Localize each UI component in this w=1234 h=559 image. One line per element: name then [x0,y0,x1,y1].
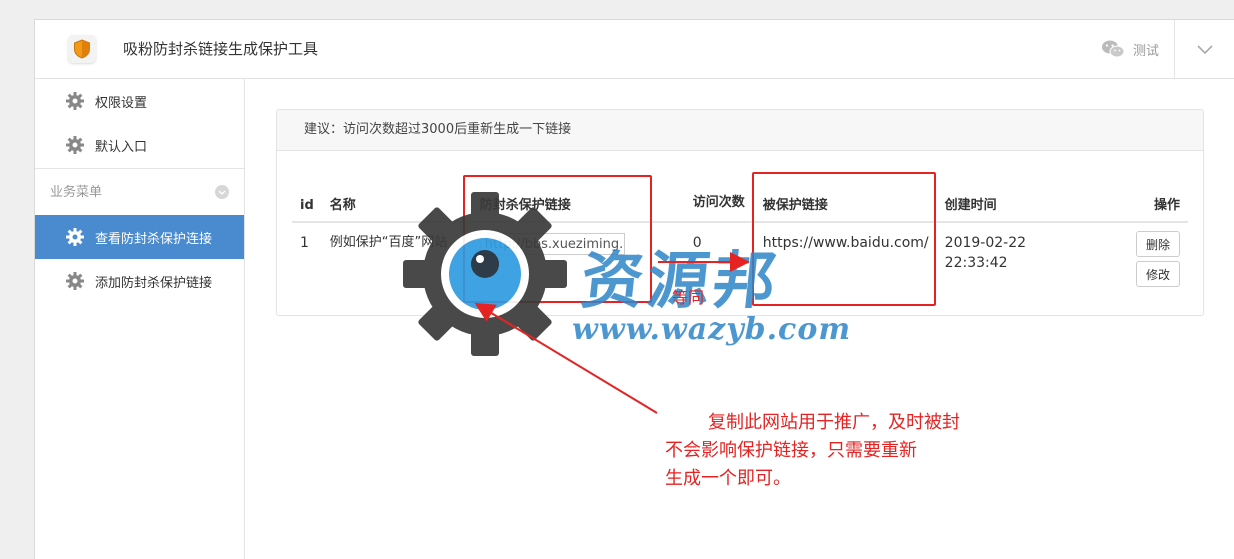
annotation-note-line2: 不会影响保护链接，只需要重新 [665,440,917,461]
arrow-to-protect-link [474,302,658,414]
annotation-note-line3: 生成一个即可。 [665,468,791,489]
annotation-arrows [474,252,750,414]
annotation-note-line1: 复制此网站用于推广，及时被封 [708,412,960,433]
annotation-equal-label: 等同 [672,288,705,307]
